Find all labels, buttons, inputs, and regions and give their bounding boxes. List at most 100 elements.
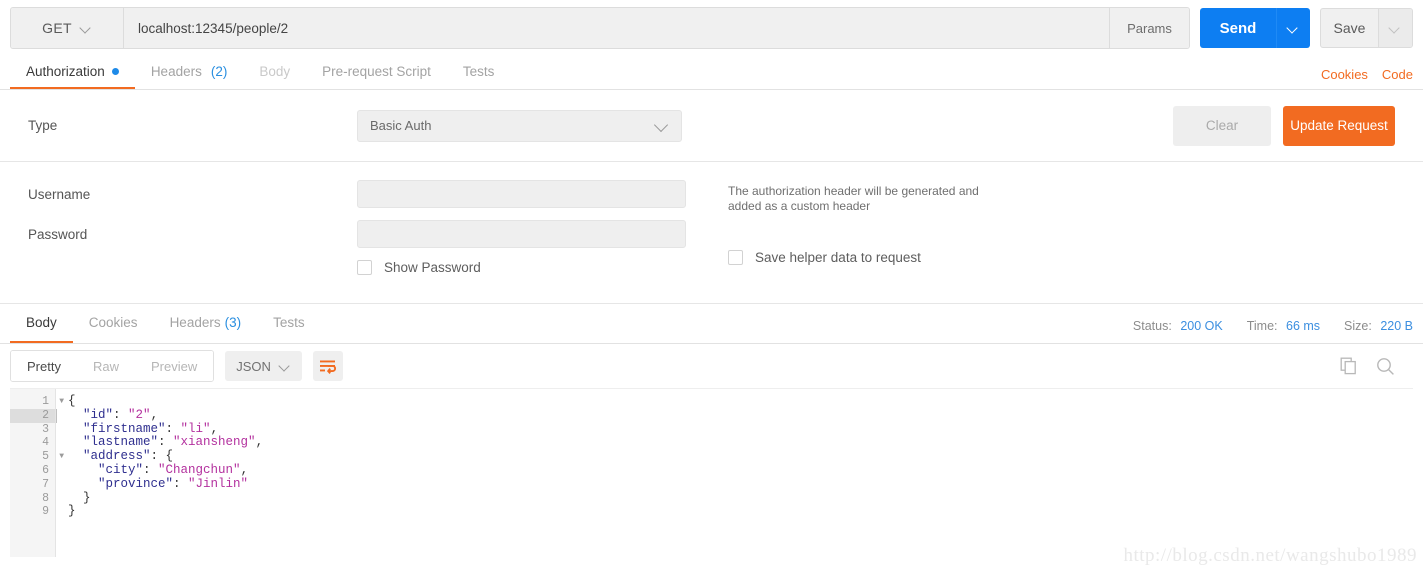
tab-pre-request-script[interactable]: Pre-request Script [306, 56, 447, 89]
code-line: "lastname": "xiansheng", [68, 435, 1413, 450]
params-label: Params [1127, 20, 1172, 36]
word-wrap-button[interactable] [312, 351, 343, 381]
send-group: Send [1200, 8, 1310, 48]
save-group: Save [1320, 8, 1413, 48]
view-mode-pretty[interactable]: Pretty [11, 351, 77, 381]
send-options-button[interactable] [1276, 8, 1310, 48]
time-value: 66 ms [1286, 319, 1321, 333]
credentials-section: Username Password Show Password The auth… [0, 162, 1423, 304]
chevron-down-icon [1288, 23, 1299, 34]
tab-label: Body [259, 64, 291, 79]
tab-label: Tests [462, 64, 495, 79]
active-line-marker [56, 408, 57, 423]
http-method-select[interactable]: GET [11, 8, 124, 48]
save-button[interactable]: Save [1321, 9, 1378, 47]
line-number: 9 [42, 505, 49, 519]
code-token: { [68, 394, 76, 408]
view-mode-preview[interactable]: Preview [134, 351, 214, 381]
params-button[interactable]: Params [1109, 8, 1189, 48]
username-input[interactable] [357, 180, 686, 208]
status-dot-icon [111, 68, 119, 75]
response-body-code[interactable]: 1 ▼ 2 3 4 5 ▼ 6 7 8 9 { "id": "2", "firstname": "l… [10, 388, 1413, 557]
tab-body[interactable]: Body [243, 56, 306, 89]
line-number: 3 [42, 422, 49, 436]
code-token: : [113, 407, 129, 422]
code-token: , [150, 407, 159, 422]
code-token: : [158, 435, 174, 450]
fold-toggle-icon[interactable]: ▼ [59, 395, 64, 409]
tab-authorization[interactable]: Authorization [10, 56, 135, 89]
code-token: : [165, 421, 181, 436]
response-format-dropdown[interactable]: JSON [225, 351, 302, 381]
chevron-down-icon [81, 23, 92, 34]
response-meta: Status: 200 OK Time: 66 ms Size: 220 B [1133, 319, 1413, 343]
search-button[interactable] [1376, 357, 1395, 376]
code-token: : { [150, 449, 174, 464]
clear-button[interactable]: Clear [1173, 105, 1271, 146]
watermark: http://blog.csdn.net/wangshubo1989 [1123, 545, 1417, 566]
copy-button[interactable] [1340, 357, 1358, 375]
response-tab-body[interactable]: Body [10, 304, 73, 343]
update-request-button[interactable]: Update Request [1283, 105, 1395, 146]
code-token: "2" [128, 407, 151, 422]
status-key: Status: [1132, 319, 1172, 333]
code-token: "address" [83, 449, 151, 464]
save-label: Save [1333, 20, 1366, 36]
fold-toggle-icon[interactable]: ▼ [59, 450, 64, 464]
view-mode-raw[interactable]: Raw [76, 351, 135, 381]
code-line: "firstname": "li", [68, 421, 1413, 437]
request-url-input[interactable] [124, 8, 1109, 48]
size-badge: Size: 220 B [1344, 319, 1413, 333]
tab-tests[interactable]: Tests [447, 56, 511, 89]
auth-actions: Clear Update Request [1173, 105, 1395, 146]
line-number: 6 [42, 463, 49, 477]
http-method-label: GET [42, 20, 72, 36]
status-badge: Status: 200 OK [1133, 319, 1223, 333]
copy-icon [1340, 357, 1356, 375]
show-password-label: Show Password [384, 260, 481, 275]
username-row: Username [28, 180, 1395, 208]
code-token: "xiansheng" [173, 435, 256, 450]
save-helper-checkbox[interactable] [728, 250, 743, 265]
show-password-checkbox[interactable] [357, 260, 372, 275]
line-number: 4 [42, 436, 49, 450]
code-token: "li" [180, 421, 211, 436]
time-key: Time: [1246, 319, 1278, 333]
response-tab-cookies[interactable]: Cookies [73, 304, 154, 343]
tab-label: Cookies [88, 315, 138, 330]
code-token: "Changchun" [158, 462, 241, 477]
send-button[interactable]: Send [1200, 8, 1276, 48]
code-token: "firstname" [83, 421, 166, 436]
password-input[interactable] [357, 220, 686, 248]
line-number: 1 ▼ [42, 395, 64, 408]
request-tabs-links: Cookies Code [1321, 67, 1413, 89]
send-label: Send [1219, 19, 1257, 37]
response-tab-headers[interactable]: Headers (3) [154, 304, 258, 343]
auth-type-dropdown[interactable]: Basic Auth [357, 109, 682, 142]
response-tab-tests[interactable]: Tests [257, 304, 321, 343]
line-number: 2 [10, 408, 55, 423]
size-value: 220 B [1380, 319, 1413, 333]
request-bar: GET Params Send Save [0, 0, 1423, 56]
response-format-value: JSON [236, 358, 271, 374]
code-content[interactable]: { "id": "2", "firstname": "li", "lastnam… [56, 389, 1413, 557]
code-token: , [210, 421, 219, 436]
tab-headers[interactable]: Headers (2) [135, 56, 244, 89]
code-token: } [68, 504, 76, 519]
code-line: } [68, 491, 1413, 506]
save-options-button[interactable] [1378, 9, 1412, 47]
size-key: Size: [1344, 319, 1372, 333]
code-link[interactable]: Code [1382, 67, 1413, 82]
tab-count: (2) [210, 64, 228, 79]
code-token: "Jinlin" [188, 476, 249, 491]
code-line: "id": "2", [68, 407, 1413, 423]
response-body-toolbar: Pretty Raw Preview JSON [0, 344, 1423, 388]
cookies-link[interactable]: Cookies [1321, 67, 1368, 82]
code-token: , [240, 462, 249, 477]
